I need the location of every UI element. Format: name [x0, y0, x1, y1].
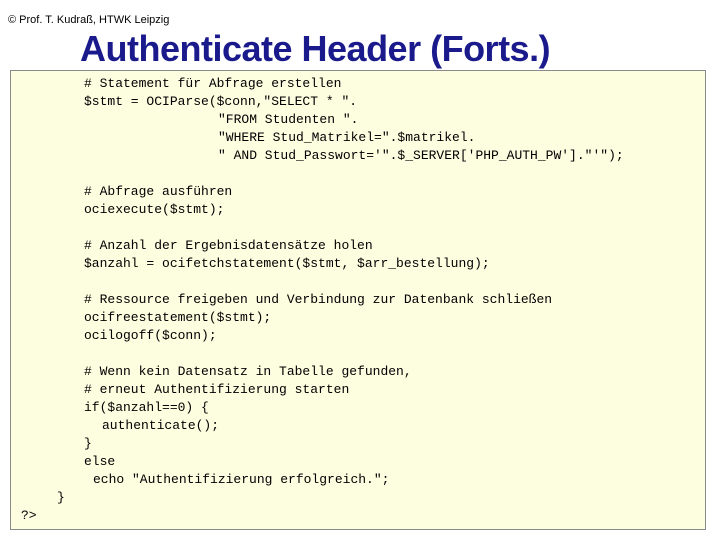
code-line: }: [84, 436, 92, 451]
code-line: # Ressource freigeben und Verbindung zur…: [84, 292, 553, 307]
code-line: $stmt = OCIParse($conn,"SELECT * ".: [84, 94, 358, 109]
code-line: ocifreestatement($stmt);: [84, 310, 272, 325]
code-line: # Statement für Abfrage erstellen: [84, 76, 342, 91]
code-line: else: [84, 454, 116, 469]
code-line: "WHERE Stud_Matrikel=".$matrikel.: [218, 130, 476, 145]
code-line: " AND Stud_Passwort='".$_SERVER['PHP_AUT…: [218, 148, 624, 163]
code-line: if($anzahl==0) {: [84, 400, 209, 415]
code-line: ociexecute($stmt);: [84, 202, 225, 217]
code-line: authenticate();: [102, 418, 220, 433]
copyright-text: © Prof. T. Kudraß, HTWK Leipzig: [8, 14, 170, 26]
code-line: ocilogoff($conn);: [84, 328, 217, 343]
code-line: # erneut Authentifizierung starten: [84, 382, 350, 397]
code-line: "FROM Studenten ".: [218, 112, 359, 127]
code-line: # Wenn kein Datensatz in Tabelle gefunde…: [84, 364, 412, 379]
code-line: echo "Authentifizierung erfolgreich.";: [93, 472, 390, 487]
code-line: $anzahl = ocifetchstatement($stmt, $arr_…: [84, 256, 490, 271]
code-line: ?>: [21, 508, 37, 523]
slide-title: Authenticate Header (Forts.): [80, 28, 551, 69]
code-line: # Abfrage ausführen: [84, 184, 233, 199]
code-line: }: [57, 490, 65, 505]
code-line: # Anzahl der Ergebnisdatensätze holen: [84, 238, 373, 253]
